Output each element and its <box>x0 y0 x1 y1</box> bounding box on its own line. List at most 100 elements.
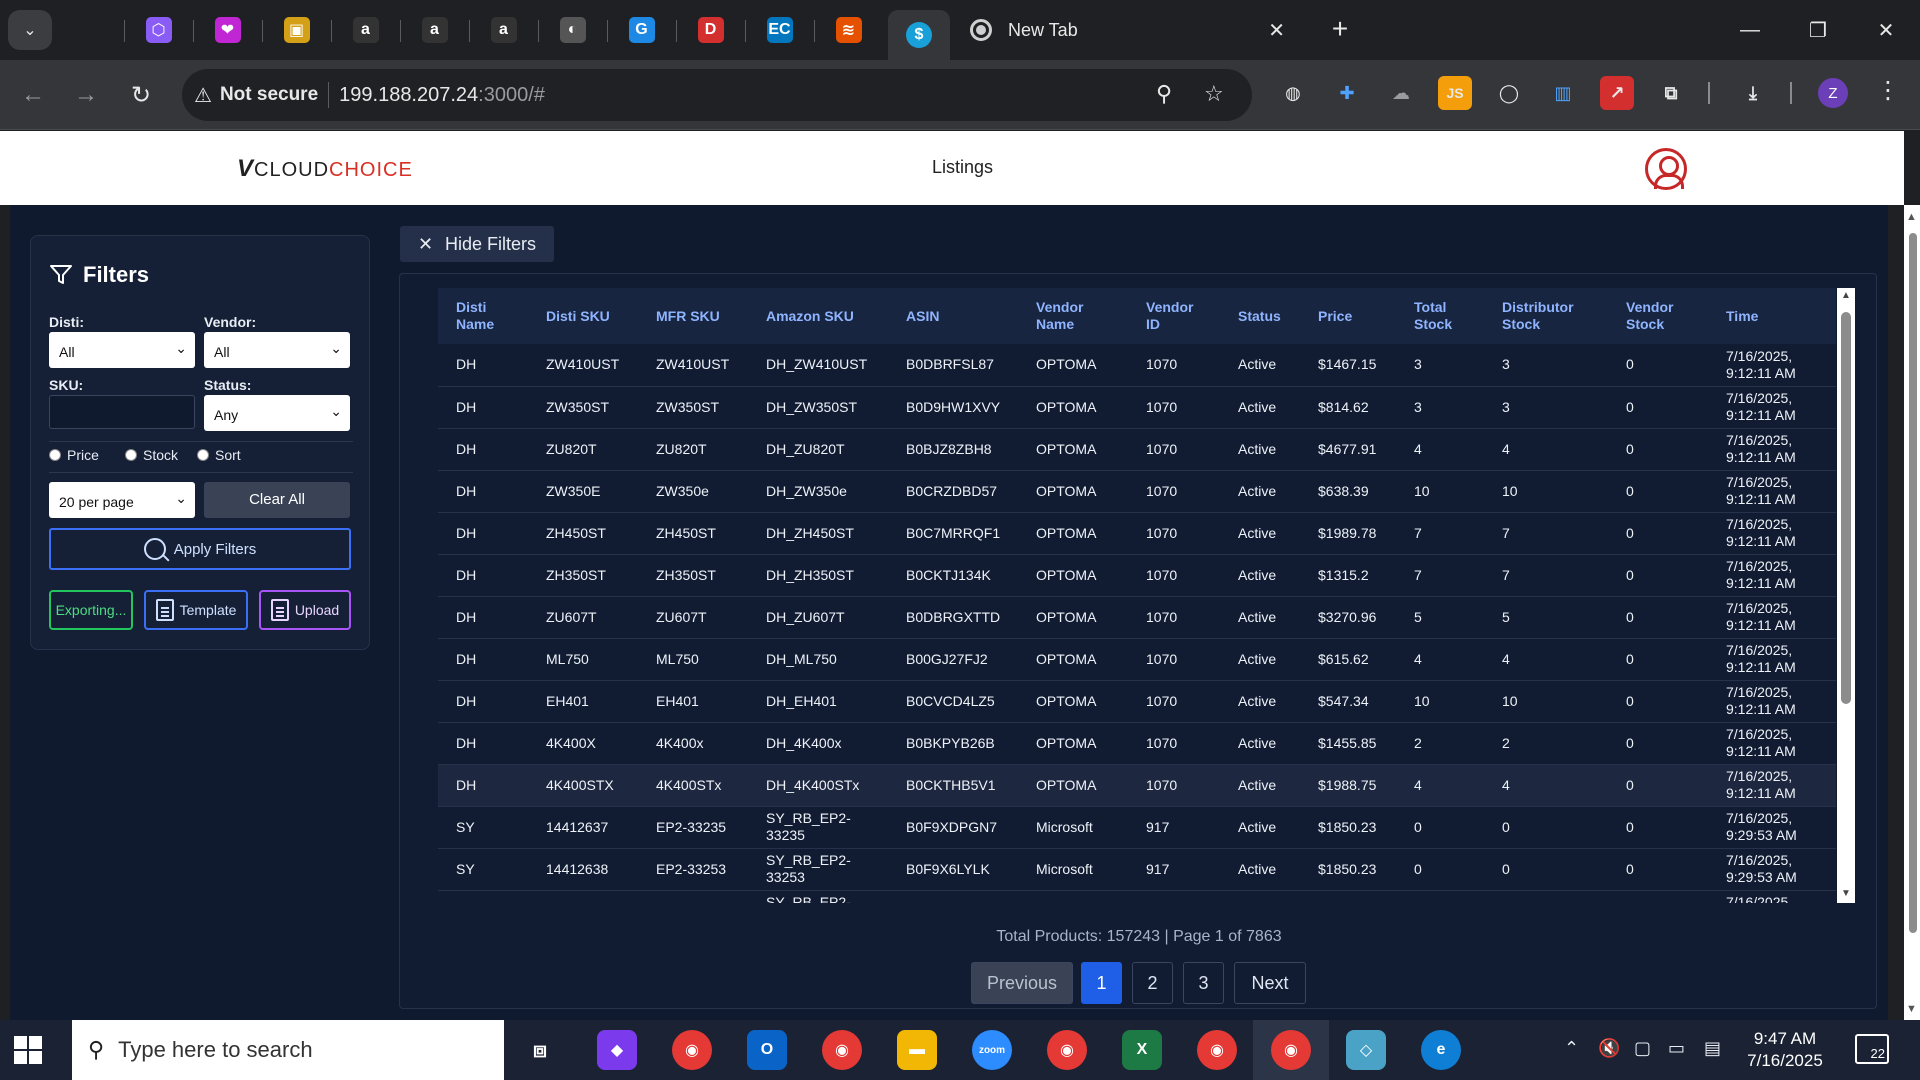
security-indicator[interactable]: ⚠ Not secure <box>194 83 318 108</box>
column-header[interactable]: ASIN <box>888 288 1018 344</box>
network-icon[interactable]: ▤ <box>1704 1038 1721 1059</box>
table-row[interactable]: DH 4K400X 4K400x DH_4K400x B0BKPYB26B OPTOMA 1… <box>438 722 1836 765</box>
tray-overflow-chevron-icon[interactable]: ⌃ <box>1564 1038 1579 1059</box>
pinned-tab[interactable]: a <box>331 12 400 48</box>
scroll-up-arrow-icon[interactable]: ▲ <box>1841 290 1851 301</box>
page-button-1[interactable]: 1 <box>1081 962 1122 1004</box>
sort-radio[interactable]: Sort <box>197 447 241 463</box>
export-button[interactable]: Exporting... <box>49 590 133 630</box>
scroll-up-arrow-icon[interactable]: ▲ <box>1906 211 1917 223</box>
windows-start-button[interactable] <box>14 1036 42 1064</box>
column-header[interactable]: Vendor ID <box>1128 288 1220 344</box>
column-header[interactable]: MFR SKU <box>638 288 748 344</box>
edge-icon[interactable]: e <box>1421 1030 1461 1070</box>
chrome-taskbar-icon[interactable]: ◉ <box>672 1030 712 1070</box>
vcloudchoice-logo[interactable]: VCLOUDCHOICE <box>237 155 413 183</box>
table-row[interactable]: DH ZW350E ZW350e DH_ZW350e B0CRZDBD57 OPTOMA 1… <box>438 470 1836 513</box>
outlook-icon[interactable]: O <box>747 1030 787 1070</box>
table-row[interactable]: DH ZU820T ZU820T DH_ZU820T B0BJZ8ZBH8 OPTOMA 1… <box>438 428 1836 471</box>
pinned-tab[interactable]: ◐ <box>538 12 607 48</box>
column-header[interactable]: Vendor Stock <box>1608 288 1708 344</box>
diamond-app-icon[interactable]: ◇ <box>1346 1030 1386 1070</box>
taskbar-clock[interactable]: 9:47 AM 7/16/2025 <box>1740 1028 1830 1072</box>
table-row[interactable]: SY 14412637 EP2-33235 SY_RB_EP2-33235 B0F9XD… <box>438 806 1836 849</box>
battery-icon[interactable]: ▭ <box>1668 1038 1685 1059</box>
column-header[interactable]: Disti SKU <box>528 288 638 344</box>
arrow-extension-icon[interactable]: ↗ <box>1600 76 1634 110</box>
browser-menu-icon[interactable]: ⋮ <box>1876 76 1900 105</box>
column-header[interactable]: Time <box>1708 288 1836 344</box>
bookmark-star-icon[interactable]: ☆ <box>1204 81 1224 107</box>
table-row[interactable]: DH ZH350ST ZH350ST DH_ZH350ST B0CKTJ134K OPTO… <box>438 554 1836 597</box>
table-row[interactable]: DH ZW410UST ZW410UST DH_ZW410UST B0DBRFSL87 O… <box>438 344 1836 387</box>
table-row[interactable]: DH ZW350ST ZW350ST DH_ZW350ST B0D9HW1XVY OPTO… <box>438 386 1836 429</box>
zoom-icon[interactable]: ⚲ <box>1156 81 1172 107</box>
page-button-2[interactable]: 2 <box>1132 962 1173 1004</box>
task-view-icon[interactable]: ⧈ <box>520 1030 560 1070</box>
pinned-tab[interactable]: G <box>607 12 676 48</box>
page-scrollbar[interactable]: ▲ ▼ <box>1904 205 1920 1020</box>
chart-extension-icon[interactable]: ▥ <box>1546 76 1580 110</box>
notifications-button[interactable]: 22 <box>1855 1034 1889 1064</box>
hide-filters-button[interactable]: ✕ Hide Filters <box>400 226 554 262</box>
stock-radio[interactable]: Stock <box>125 447 178 463</box>
tab-new-tab[interactable]: New Tab ✕ <box>955 12 1300 48</box>
chrome-taskbar-icon[interactable]: ◉ <box>1271 1030 1311 1070</box>
taskbar-search-box[interactable]: ⚲ Type here to search <box>72 1020 504 1080</box>
pinned-tab[interactable]: ≋ <box>814 12 883 48</box>
scroll-down-arrow-icon[interactable]: ▼ <box>1841 888 1851 899</box>
table-row[interactable]: DH EH401 EH401 DH_EH401 B0CVCD4LZ5 OPTOMA 1070… <box>438 680 1836 723</box>
profile-avatar[interactable]: Z <box>1818 78 1848 108</box>
table-scrollbar[interactable]: ▲ ▼ <box>1837 288 1855 903</box>
copilot-icon[interactable]: ◆ <box>597 1030 637 1070</box>
new-tab-button[interactable]: + <box>1322 12 1358 48</box>
forward-button[interactable]: → <box>61 60 111 130</box>
chrome-taskbar-icon[interactable]: ◉ <box>822 1030 862 1070</box>
next-page-button[interactable]: Next <box>1234 962 1306 1004</box>
column-header[interactable]: Distributor Stock <box>1484 288 1608 344</box>
column-header[interactable]: Amazon SKU <box>748 288 888 344</box>
pinned-tab[interactable]: D <box>676 12 745 48</box>
column-header[interactable]: Total Stock <box>1396 288 1484 344</box>
meet-icon[interactable]: ▢ <box>1634 1038 1651 1059</box>
js-extension-icon[interactable]: JS <box>1438 76 1472 110</box>
table-scroll-thumb[interactable] <box>1841 312 1851 704</box>
upload-button[interactable]: Upload <box>259 590 351 630</box>
pinned-tab[interactable]: EC <box>745 12 814 48</box>
table-row[interactable]: DH 4K400STX 4K400STx DH_4K400STx B0CKTHB5V1 O… <box>438 764 1836 807</box>
excel-icon[interactable]: X <box>1122 1030 1162 1070</box>
globe-extension-icon[interactable]: ◍ <box>1276 76 1310 110</box>
tab-search-button[interactable]: ⌄ <box>8 10 52 50</box>
sku-input[interactable] <box>49 395 195 429</box>
volume-muted-icon[interactable]: 🔇 <box>1598 1038 1620 1059</box>
chrome-taskbar-icon[interactable]: ◉ <box>1197 1030 1237 1070</box>
apply-filters-button[interactable]: Apply Filters <box>49 528 351 570</box>
column-header[interactable]: Vendor Name <box>1018 288 1128 344</box>
pinned-tab[interactable]: ⬡ <box>124 12 193 48</box>
vendor-select[interactable]: All ⌄ <box>204 332 350 368</box>
disti-select[interactable]: All ⌄ <box>49 332 195 368</box>
column-header[interactable]: Disti Name <box>438 288 528 344</box>
page-title[interactable]: Listings <box>932 157 993 178</box>
zoom-icon[interactable]: zoom <box>972 1030 1012 1070</box>
back-button[interactable]: ← <box>8 60 58 130</box>
scroll-down-arrow-icon[interactable]: ▼ <box>1906 1003 1917 1015</box>
minimize-button[interactable]: — <box>1716 0 1784 60</box>
template-button[interactable]: Template <box>144 590 248 630</box>
clear-all-button[interactable]: Clear All <box>204 482 350 518</box>
table-row[interactable]: DH ZH450ST ZH450ST DH_ZH450ST B0C7MRRQF1 OPTO… <box>438 512 1836 555</box>
plus-extension-icon[interactable]: ✚ <box>1330 76 1364 110</box>
table-row[interactable]: DH ZU607T ZU607T DH_ZU607T B0DBRGXTTD OPTOMA 1… <box>438 596 1836 639</box>
user-account-icon[interactable] <box>1645 148 1687 190</box>
price-radio[interactable]: Price <box>49 447 99 463</box>
table-row[interactable]: SY14412639EP2-33239SY_RB_EP2-33239B0F9XY… <box>438 890 1836 903</box>
cloud-extension-icon[interactable]: ☁ <box>1384 76 1418 110</box>
file-explorer-icon[interactable]: ▬ <box>897 1030 937 1070</box>
close-tab-icon[interactable]: ✕ <box>1268 18 1285 43</box>
download-icon[interactable]: ⤓ <box>1736 76 1770 110</box>
pinned-tab[interactable]: ▣ <box>262 12 331 48</box>
address-bar[interactable]: ⚠ Not secure 199.188.207.24:3000/# ⚲ ☆ <box>182 69 1252 121</box>
puzzle-extensions-icon[interactable]: ⧉ <box>1654 76 1688 110</box>
reload-button[interactable]: ↻ <box>116 60 166 130</box>
status-select[interactable]: Any ⌄ <box>204 395 350 431</box>
